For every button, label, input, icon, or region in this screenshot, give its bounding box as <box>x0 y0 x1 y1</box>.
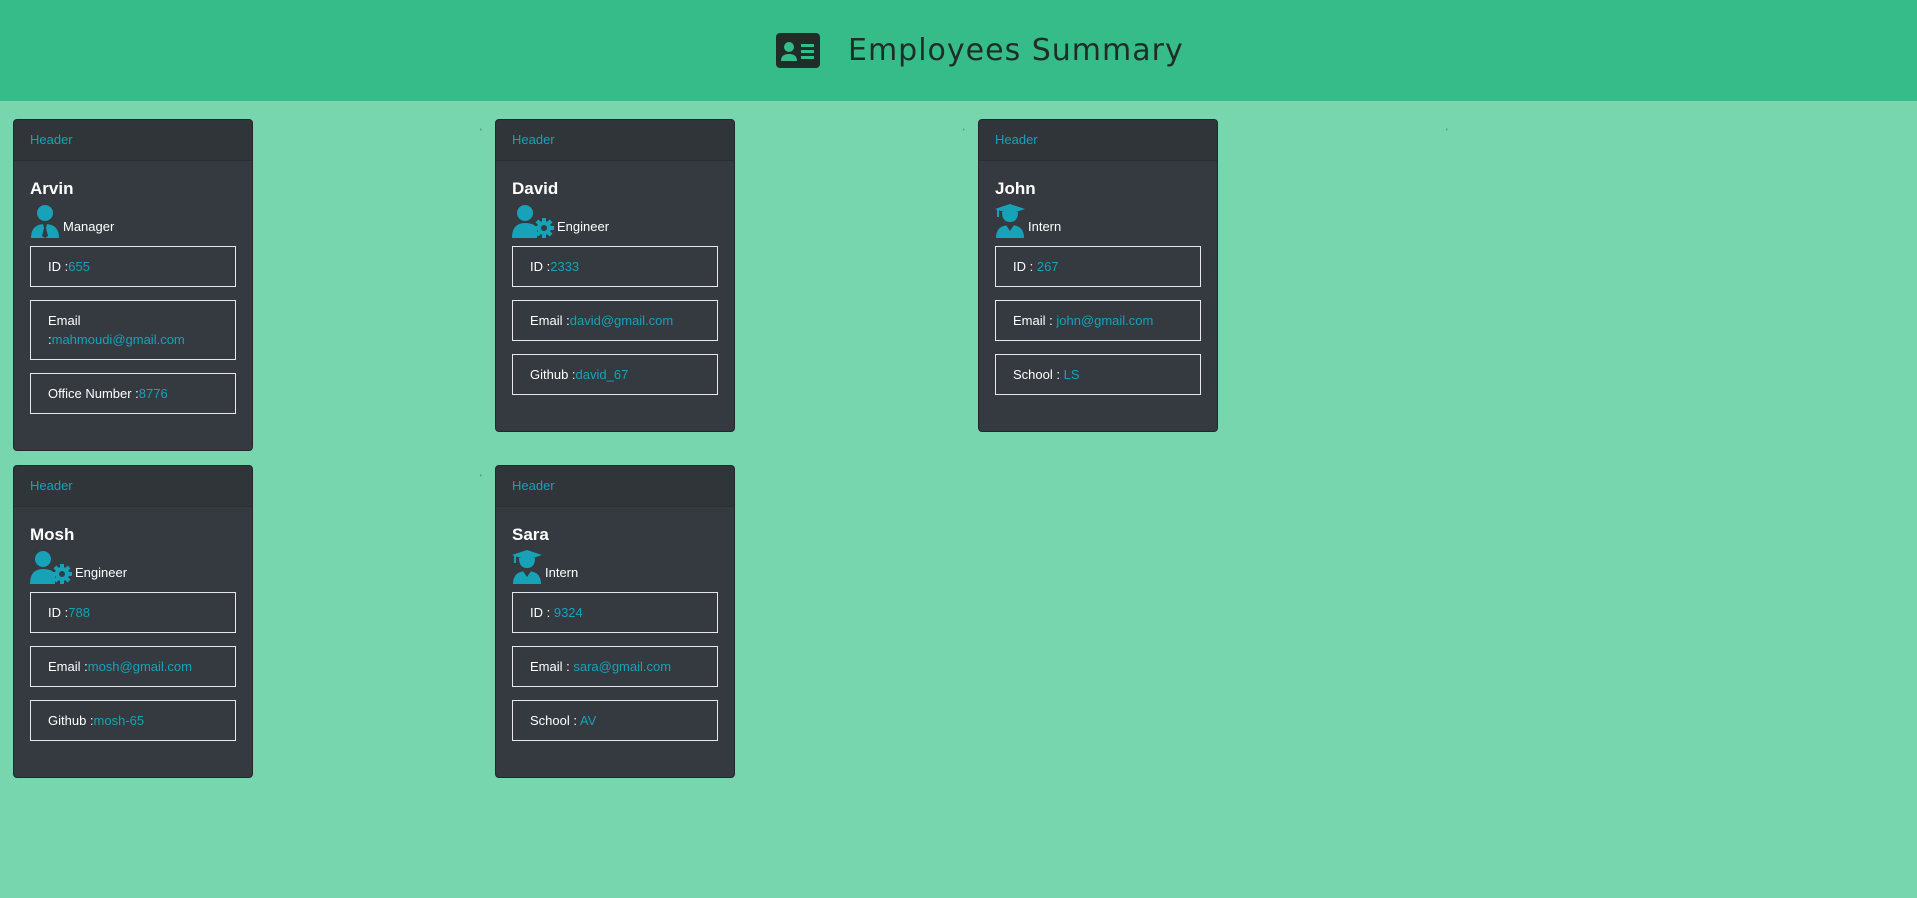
id-card-icon <box>776 32 820 68</box>
role-label: Intern <box>545 565 579 580</box>
employee-card: Header David Engineer ID :2333 Email:da… <box>495 119 735 432</box>
employee-card: Header Mosh Engineer ID :788 Email:mosh… <box>13 465 253 778</box>
field-label: ID : <box>48 605 69 620</box>
id-field: ID :2333 <box>512 246 718 287</box>
employee-name: Sara <box>512 525 549 544</box>
field-value: 8776 <box>138 386 168 401</box>
user-gear-icon <box>30 551 72 584</box>
employee-name: Mosh <box>30 525 75 544</box>
field-label: Email : <box>530 659 574 674</box>
field-label: School : <box>1013 367 1064 382</box>
id-field: ID : 267 <box>995 246 1201 287</box>
field-value: 9324 <box>553 605 583 620</box>
stray-mark: ' <box>480 473 482 483</box>
github-link[interactable]: mosh-65 <box>94 713 145 728</box>
employee-card: Header John Intern ID : 267 Email : john… <box>978 119 1218 432</box>
field-value: 788 <box>68 605 90 620</box>
stray-mark: ' <box>480 127 482 137</box>
id-field: ID :788 <box>30 592 236 633</box>
employee-role: Engineer <box>512 204 718 238</box>
field-label: Github : <box>48 713 94 728</box>
email-field: Email : sara@gmail.com <box>512 646 718 687</box>
card-header: Header <box>14 120 252 161</box>
employee-role: Manager <box>30 204 236 238</box>
email-field: Email :mosh@gmail.com <box>30 646 236 687</box>
field-label: Email : <box>1013 313 1057 328</box>
field-label: Office Number : <box>48 386 139 401</box>
github-link[interactable]: david_67 <box>576 367 629 382</box>
manager-tie-icon <box>31 205 59 238</box>
field-label: Email : <box>48 659 88 674</box>
email-link[interactable]: mosh@gmail.com <box>88 659 192 674</box>
field-value: 267 <box>1036 259 1059 274</box>
email-link[interactable]: john@gmail.com <box>1056 313 1153 328</box>
role-label: Manager <box>63 219 115 234</box>
id-field: ID :655 <box>30 246 236 287</box>
employee-name: Arvin <box>30 179 74 198</box>
field-label: ID : <box>1013 259 1037 274</box>
stray-mark: ' <box>963 127 965 137</box>
card-header: Header <box>496 466 734 507</box>
role-label: Engineer <box>557 219 610 234</box>
user-gear-icon <box>512 205 554 238</box>
school-field: School : LS <box>995 354 1201 395</box>
field-label: ID : <box>530 605 554 620</box>
github-field: Github :mosh-65 <box>30 700 236 741</box>
field-label: Email : <box>530 313 570 328</box>
email-field: Email :mahmoudi@gmail.com <box>30 300 236 360</box>
field-value: AV <box>579 713 597 728</box>
field-label: ID : <box>48 259 69 274</box>
employee-card: Header Sara Intern ID : 9324 Email : sar… <box>495 465 735 778</box>
email-link[interactable]: david@gmail.com <box>570 313 674 328</box>
field-label: ID : <box>530 259 551 274</box>
employee-role: Engineer <box>30 550 236 584</box>
card-header: Header <box>496 120 734 161</box>
card-header: Header <box>979 120 1217 161</box>
field-value: LS <box>1063 367 1080 382</box>
id-field: ID : 9324 <box>512 592 718 633</box>
role-label: Engineer <box>75 565 128 580</box>
employee-name: David <box>512 179 559 198</box>
field-value: 2333 <box>550 259 580 274</box>
page-header: Employees Summary <box>0 0 1917 101</box>
field-label: School : <box>530 713 580 728</box>
employee-name: John <box>995 179 1036 198</box>
page-title-group: Employees Summary <box>776 27 1184 73</box>
office-number-field: Office Number :8776 <box>30 373 236 414</box>
field-label: Github : <box>530 367 576 382</box>
github-field: Github :david_67 <box>512 354 718 395</box>
page-title: Employees Summary <box>848 32 1184 68</box>
field-value: 655 <box>68 259 90 274</box>
email-link[interactable]: sara@gmail.com <box>573 659 671 674</box>
employee-role: Intern <box>995 204 1201 238</box>
stray-mark: ' <box>1446 127 1448 137</box>
employee-role: Intern <box>512 550 718 584</box>
card-header: Header <box>14 466 252 507</box>
email-field: Email :david@gmail.com <box>512 300 718 341</box>
user-graduate-icon <box>995 204 1025 238</box>
employee-card: Header Arvin Manager ID :655 Email :mahm… <box>13 119 253 451</box>
role-label: Intern <box>1028 219 1062 234</box>
email-field: Email : john@gmail.com <box>995 300 1201 341</box>
school-field: School : AV <box>512 700 718 741</box>
user-graduate-icon <box>512 550 542 584</box>
email-link[interactable]: mahmoudi@gmail.com <box>52 332 185 347</box>
